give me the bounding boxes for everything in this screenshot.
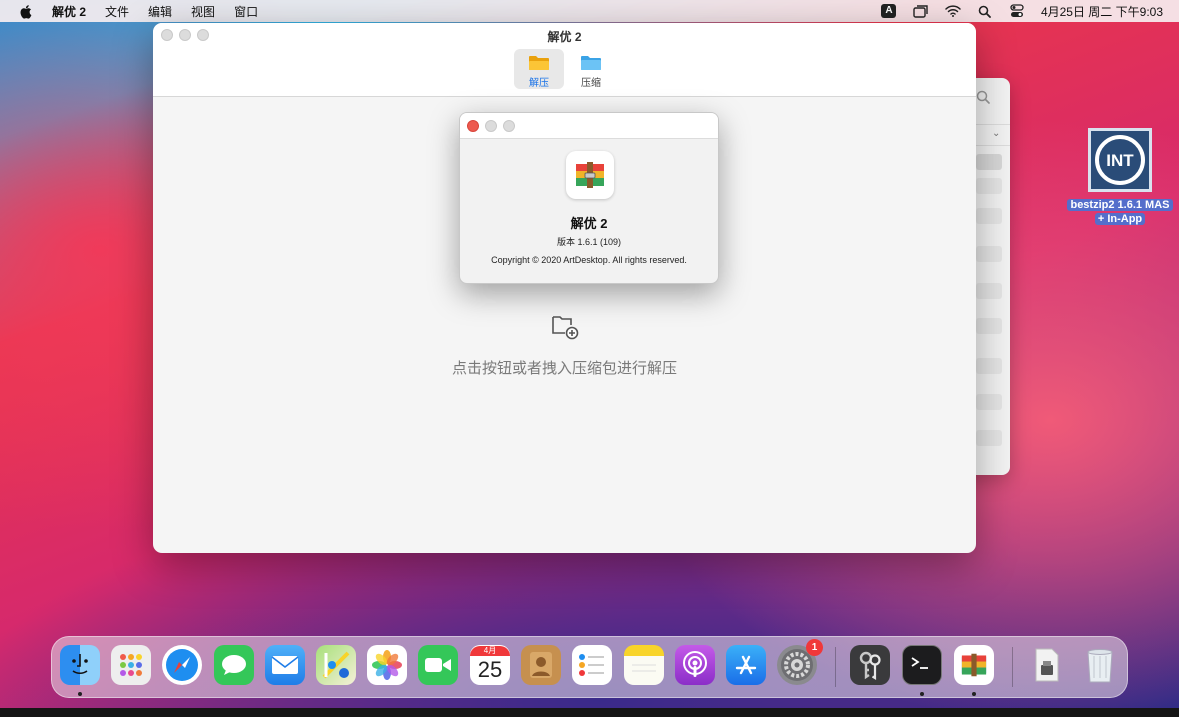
podcasts-icon[interactable] [675, 645, 715, 685]
menu-edit[interactable]: 编辑 [148, 3, 172, 20]
desktop-file-icon[interactable]: INT bestzip2 1.6.1 MAS + In-App [1066, 128, 1174, 226]
desktop-icon-label-line1: bestzip2 1.6.1 MAS [1067, 199, 1173, 211]
notes-icon[interactable] [624, 645, 664, 685]
extract-label: 解压 [529, 78, 549, 89]
contacts-icon[interactable] [521, 645, 561, 685]
trash-icon[interactable] [1080, 645, 1120, 685]
int-logo-icon: INT [1088, 128, 1152, 192]
about-copyright: Copyright © 2020 ArtDesktop. All rights … [491, 255, 687, 265]
folder-icon [580, 55, 602, 71]
keychain-access-icon[interactable] [850, 645, 890, 685]
about-titlebar[interactable] [460, 113, 718, 139]
calendar-day: 25 [477, 657, 503, 682]
spotlight-icon[interactable] [977, 4, 993, 18]
wifi-icon[interactable] [945, 4, 961, 18]
window-title: 解优 2 [547, 30, 582, 44]
app-icon [566, 151, 614, 199]
about-version: 版本 1.6.1 (109) [556, 237, 622, 247]
calendar-month: 4月 [470, 646, 510, 656]
list-item[interactable] [976, 246, 1002, 262]
extract-button[interactable]: 解压 [514, 49, 564, 89]
drop-hint-text[interactable]: 点击按钮或者拽入压缩包进行解压 [153, 357, 976, 378]
app-store-icon[interactable] [726, 645, 766, 685]
compress-label: 压缩 [581, 78, 601, 89]
messages-icon[interactable] [214, 645, 254, 685]
documents-stack-icon[interactable] [1027, 645, 1067, 685]
screen-mirroring-icon[interactable] [913, 4, 929, 18]
window-titlebar[interactable]: 解优 2 解压 压缩 [153, 23, 976, 97]
list-item[interactable] [976, 358, 1002, 374]
input-source-letter: A [881, 4, 897, 18]
system-preferences-icon[interactable]: 1 [777, 639, 823, 685]
list-item[interactable] [976, 430, 1002, 446]
photos-icon[interactable] [367, 645, 407, 685]
finder-icon[interactable] [60, 645, 100, 685]
reminders-icon[interactable] [572, 645, 612, 685]
menu-clock[interactable]: 4月25日 周二 下午9:03 [1041, 3, 1163, 20]
list-item[interactable] [976, 178, 1002, 194]
about-app-name: 解优 2 [570, 216, 608, 231]
chevron-down-icon[interactable]: ⌄ [992, 128, 1000, 139]
about-dialog[interactable]: 解优 2 版本 1.6.1 (109) Copyright © 2020 Art… [459, 112, 719, 284]
int-logo-text: INT [1106, 151, 1134, 170]
search-icon[interactable] [976, 90, 990, 109]
zoom-button[interactable] [503, 120, 515, 132]
compress-button[interactable]: 压缩 [566, 49, 616, 89]
add-folder-icon[interactable] [551, 314, 579, 345]
bottom-strip [0, 708, 1179, 717]
menu-app-name[interactable]: 解优 2 [52, 3, 86, 20]
menu-file[interactable]: 文件 [105, 3, 129, 20]
dock-separator [1012, 647, 1013, 687]
terminal-icon[interactable] [902, 645, 942, 685]
mail-icon[interactable] [265, 645, 305, 685]
finder-running-indicator [78, 692, 82, 696]
apple-icon[interactable] [18, 3, 32, 19]
input-source-icon[interactable]: A [881, 4, 897, 18]
main-window[interactable]: 解优 2 解压 压缩 点击按钮或者拽入压缩包进行解压 [153, 23, 976, 553]
list-item[interactable] [976, 394, 1002, 410]
list-item[interactable] [976, 208, 1002, 224]
dock: 4月 25 1 [51, 636, 1128, 698]
folder-open-icon [528, 55, 550, 71]
bestzip-running-indicator [972, 692, 976, 696]
control-center-icon[interactable] [1009, 4, 1025, 18]
maps-icon[interactable] [316, 645, 356, 685]
facetime-icon[interactable] [418, 645, 458, 685]
minimize-button[interactable] [485, 120, 497, 132]
notification-badge: 1 [806, 639, 823, 656]
calendar-icon[interactable]: 4月 25 [470, 645, 510, 685]
safari-icon[interactable] [162, 645, 202, 685]
menu-bar: 解优 2 文件 编辑 视图 窗口 A 4月25日 周二 下午9:03 [0, 0, 1179, 22]
list-item[interactable] [976, 154, 1002, 170]
launchpad-icon[interactable] [111, 645, 151, 685]
desktop-icon-label-line2: + In-App [1094, 213, 1146, 225]
menu-view[interactable]: 视图 [191, 3, 215, 20]
list-item[interactable] [976, 318, 1002, 334]
list-item[interactable] [976, 283, 1002, 299]
terminal-running-indicator [920, 692, 924, 696]
menu-window[interactable]: 窗口 [234, 3, 258, 20]
dock-separator [835, 647, 836, 687]
close-button[interactable] [467, 120, 479, 132]
bestzip-icon[interactable] [954, 645, 994, 685]
